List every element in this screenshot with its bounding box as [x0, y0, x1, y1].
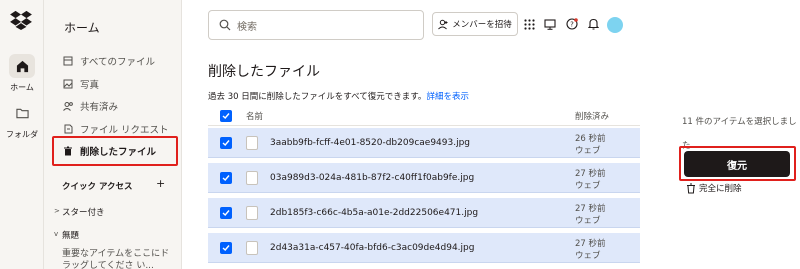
image-file-icon [246, 136, 258, 150]
nav-item-shared[interactable]: 共有済み [62, 97, 118, 115]
rail-item-folders[interactable]: フォルダ [0, 101, 44, 140]
table-row[interactable]: 03a989d3-024a-481b-87f2-c40ff1f0ab9fe.jp… [208, 163, 640, 193]
nav-item-label: すべてのファイル [80, 57, 155, 68]
column-header-name[interactable]: 名前 [246, 110, 263, 122]
nav-item-all-files[interactable]: すべてのファイル [62, 52, 155, 70]
table-row[interactable]: 3aabb9fb-fcff-4e01-8520-db209cae9493.jpg… [208, 128, 640, 158]
deleted-time: 27 秒前 [575, 169, 606, 179]
select-all-checkbox[interactable] [220, 110, 232, 122]
deleted-time: 26 秒前 [575, 134, 606, 144]
help-icon[interactable]: ? [564, 16, 580, 32]
search-input[interactable]: 検索 [208, 10, 424, 40]
deleted-source: ウェブ [575, 251, 601, 261]
svg-text:?: ? [570, 21, 574, 29]
rail-item-label: ホーム [10, 83, 34, 92]
table-header: 名前 削除済み [208, 106, 640, 126]
file-name[interactable]: 2d43a31a-c457-40fa-bfd6-c3ac09de4d94.jpg [270, 243, 474, 253]
page-title: 削除したファイル [208, 64, 320, 80]
apps-grid-icon[interactable] [521, 16, 537, 32]
dropbox-logo-icon[interactable] [10, 10, 32, 30]
nav-item-label: ファイル リクエスト [80, 125, 169, 136]
rail-item-home[interactable]: ホーム [0, 54, 44, 93]
shared-icon [62, 100, 74, 112]
chevron-down-icon[interactable]: v [54, 230, 58, 238]
file-request-icon [62, 123, 74, 135]
desktop-app-icon[interactable] [542, 16, 558, 32]
image-file-icon [246, 206, 258, 220]
file-name[interactable]: 03a989d3-024a-481b-87f2-c40ff1f0ab9fe.jp… [270, 173, 474, 183]
image-file-icon [246, 241, 258, 255]
avatar[interactable] [607, 17, 623, 33]
bell-icon[interactable] [585, 16, 601, 32]
table-row[interactable]: 2db185f3-c66c-4b5a-a01e-2dd22506e471.jpg… [208, 198, 640, 228]
column-header-deleted[interactable]: 削除済み [575, 110, 609, 122]
table-row[interactable]: 2d43a31a-c457-40fa-bfd6-c3ac09de4d94.jpg… [208, 233, 640, 263]
nav-item-untitled[interactable]: 無題 [62, 229, 79, 241]
folder-icon [9, 101, 35, 125]
deleted-time: 27 秒前 [575, 204, 606, 214]
quick-access-heading: クイック アクセス [62, 182, 133, 192]
row-checkbox[interactable] [220, 207, 232, 219]
nav-item-photos[interactable]: 写真 [62, 75, 99, 93]
search-placeholder: 検索 [237, 21, 257, 33]
rail-item-label: フォルダ [6, 130, 38, 139]
chevron-right-icon[interactable]: > [54, 207, 60, 215]
file-name[interactable]: 3aabb9fb-fcff-4e01-8520-db209cae9493.jpg [270, 138, 470, 148]
image-file-icon [246, 171, 258, 185]
left-rail: ホーム フォルダ [0, 0, 44, 269]
deleted-source: ウェブ [575, 216, 601, 226]
restore-button[interactable]: 復元 [684, 151, 790, 177]
highlight-box-deleted-files [52, 136, 178, 166]
row-checkbox[interactable] [220, 242, 232, 254]
nav-panel: ホーム すべてのファイル 写真 共有済み ファイル リクエスト 削除したファイル… [44, 0, 182, 269]
search-icon [219, 19, 231, 31]
nav-item-starred[interactable]: スター付き [62, 206, 105, 218]
home-icon [9, 54, 35, 78]
add-person-icon [438, 19, 448, 29]
invite-members-button[interactable]: メンバーを招待 [432, 12, 518, 36]
delete-permanently-label: 完全に削除 [699, 184, 742, 194]
description-text: 過去 30 日間に削除したファイルをすべて復元できます。 [208, 92, 427, 102]
row-checkbox[interactable] [220, 172, 232, 184]
invite-members-label: メンバーを招待 [452, 20, 512, 30]
deleted-source: ウェブ [575, 181, 601, 191]
deleted-time: 27 秒前 [575, 239, 606, 249]
details-link[interactable]: 詳細を表示 [426, 92, 469, 102]
nav-item-label: 写真 [80, 80, 100, 91]
add-icon[interactable]: + [156, 177, 165, 190]
page-description: 過去 30 日間に削除したファイルをすべて復元できます。詳細を表示 [208, 90, 469, 102]
row-checkbox[interactable] [220, 137, 232, 149]
photo-icon [62, 78, 74, 90]
nav-item-label: 共有済み [80, 102, 119, 113]
file-name[interactable]: 2db185f3-c66c-4b5a-a01e-2dd22506e471.jpg [270, 208, 478, 218]
files-icon [62, 55, 74, 67]
drag-hint: 重要なアイテムをここにドラッグしてくださ い... [62, 249, 170, 269]
nav-title: ホーム [64, 21, 100, 35]
trash-icon [687, 183, 695, 193]
deleted-source: ウェブ [575, 146, 601, 156]
delete-permanently-button[interactable]: 完全に削除 [686, 182, 742, 194]
